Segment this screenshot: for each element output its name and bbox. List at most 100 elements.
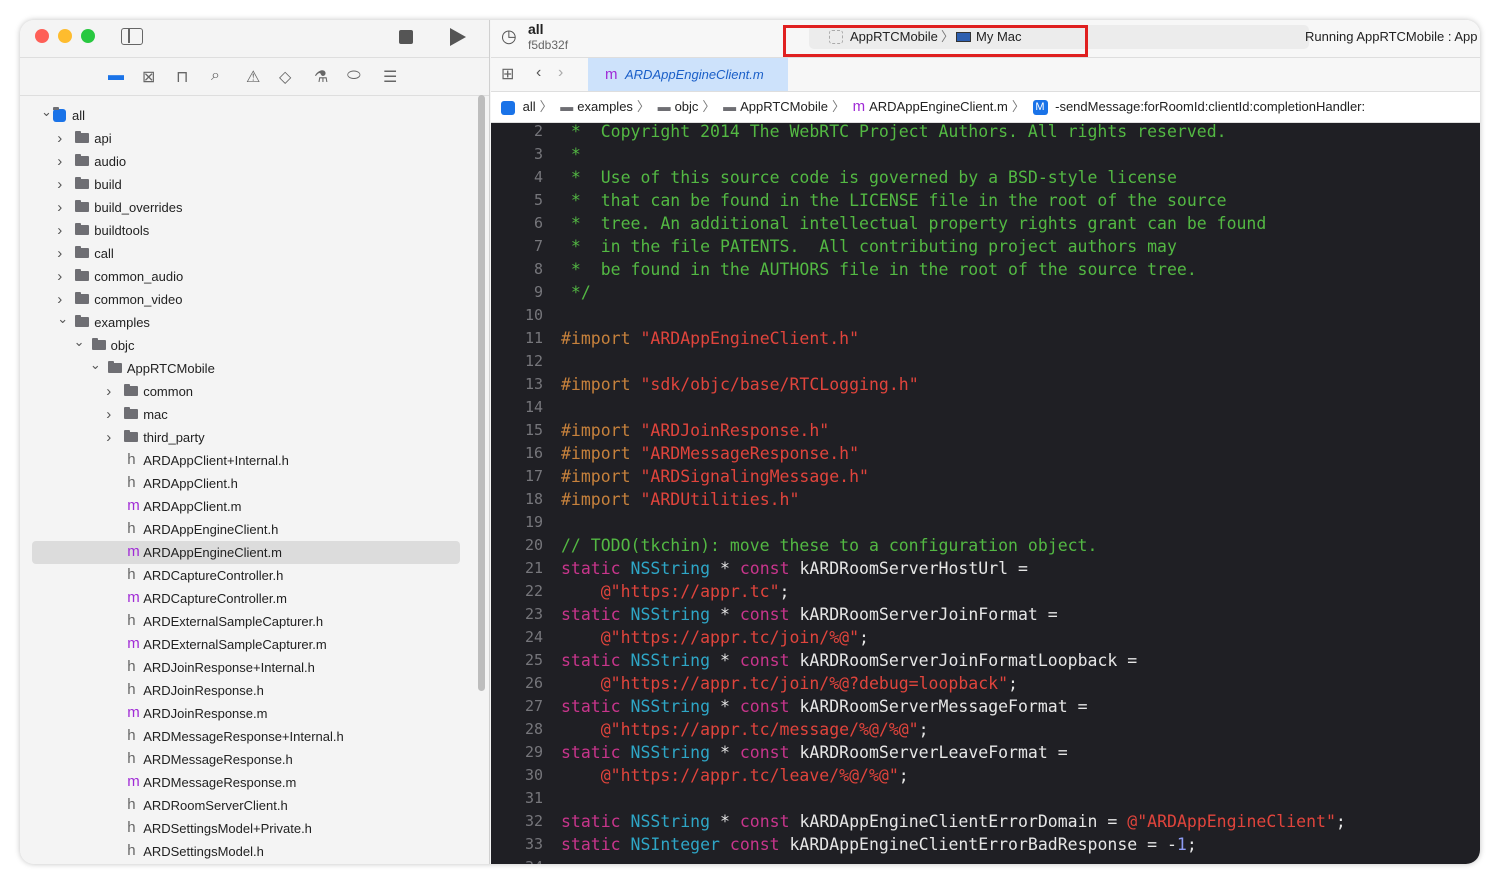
sidebar-toggle-icon[interactable] [121,28,143,45]
tree-item[interactable]: h ARDAppClient.h [32,472,460,495]
chevron-right-icon[interactable]: › [57,127,62,150]
tree-item[interactable]: › audio [32,150,460,173]
chevron-down-icon[interactable]: ⌄ [41,100,52,123]
tree-item[interactable]: h ARDMessageResponse+Internal.h [32,725,460,748]
zoom-window-button[interactable] [81,29,95,43]
report-icon[interactable]: ☰ [383,67,397,87]
line-number: 26 [524,674,543,692]
source-control-icon[interactable]: ⊠ [142,67,155,87]
code-token: static [561,559,631,578]
tree-item[interactable]: h ARDSettingsModel.h [32,840,460,863]
folder-icon [75,246,90,258]
tree-item[interactable]: h ARDMessageResponse.h [32,748,460,771]
code-token: ; [1186,835,1197,854]
header-file-icon: h [127,474,136,491]
chevron-down-icon[interactable]: ⌄ [90,353,101,376]
tree-item[interactable]: h ARDExternalSampleCapturer.h [32,610,460,633]
header-file-icon: h [127,520,136,537]
line-number: 27 [524,697,543,715]
tree-item[interactable]: › third_party [32,426,460,449]
breadcrumb-apprtcmobile[interactable]: AppRTCMobile [740,99,828,114]
folder-icon [75,315,90,327]
chevron-right-icon[interactable]: › [57,265,62,288]
code-line: static NSString * const kARDRoomServerHo… [561,557,1028,580]
tree-item[interactable]: m ARDAppClient.m [32,495,460,518]
grid-icon[interactable]: ⊞ [501,64,514,84]
tree-item[interactable]: h ARDAppEngineClient.h [32,518,460,541]
header-file-icon: h [127,612,136,629]
tree-item[interactable]: › buildtools [32,219,460,242]
editor-tab-active[interactable]: m ARDAppEngineClient.m [588,58,788,91]
breadcrumb-file[interactable]: ARDAppEngineClient.m [869,99,1008,114]
breadcrumb-objc[interactable]: objc [675,99,699,114]
tree-item[interactable]: › common [32,380,460,403]
tree-item[interactable]: m ARDCaptureController.m [32,587,460,610]
breadcrumb-examples[interactable]: examples [577,99,633,114]
header-file-icon: h [127,819,136,836]
tree-item[interactable]: › build [32,173,460,196]
hierarchy-icon[interactable]: ⊓ [176,67,188,87]
navigator-scrollbar[interactable] [478,95,485,691]
code-line: @"https://appr.tc/message/%@/%@"; [561,718,929,741]
line-number: 12 [524,352,543,370]
tree-item-label: common_video [94,292,183,307]
tree-item[interactable]: ⌄ AppRTCMobile [32,357,460,380]
tree-item[interactable]: › common_video [32,288,460,311]
code-editor[interactable]: 2 * Copyright 2014 The WebRTC Project Au… [491,123,1480,864]
chevron-down-icon[interactable]: ⌄ [74,330,85,353]
tree-item[interactable]: h ARDAppClient+Internal.h [32,449,460,472]
minimize-window-button[interactable] [58,29,72,43]
tree-item[interactable]: › build_overrides [32,196,460,219]
stop-button[interactable] [399,30,413,44]
debug-icon[interactable]: ⚗ [314,67,328,87]
folder-icon [75,154,90,166]
tree-item[interactable]: h ARDCaptureController.h [32,564,460,587]
folder-icon[interactable]: ▬ [108,67,124,85]
tree-item[interactable]: h ARDRoomServerClient.h [32,794,460,817]
line-number: 28 [524,720,543,738]
code-token: NSString [630,743,711,762]
code-line: */ [561,281,591,304]
chevron-right-icon[interactable]: › [106,426,111,449]
breadcrumb-method[interactable]: -sendMessage:forRoomId:clientId:completi… [1055,99,1365,114]
warning-icon[interactable]: ⚠ [246,67,260,87]
code-line: * [561,143,581,166]
code-line: // TODO(tkchin): move these to a configu… [561,534,1097,557]
tree-item[interactable]: ⌄ examples [32,311,460,334]
code-token: ; [1008,674,1018,693]
tree-item[interactable]: h ARDJoinResponse.h [32,679,460,702]
chevron-right-icon[interactable]: › [106,380,111,403]
editor-tab-bar: ⊞ ‹ › m ARDAppEngineClient.m [491,58,1480,92]
tree-item[interactable]: h ARDSettingsModel+Private.h [32,817,460,840]
tree-item[interactable]: › api [32,127,460,150]
chevron-down-icon[interactable]: ⌄ [57,307,68,330]
jump-bar: all 〉 ▬ examples 〉 ▬ objc 〉 ▬ AppRTCMobile 〉 mA… [491,92,1480,123]
chevron-right-icon[interactable]: › [57,242,62,265]
tree-item[interactable]: m ARDExternalSampleCapturer.m [32,633,460,656]
test-icon[interactable]: ◇ [279,67,291,87]
chevron-right-icon[interactable]: › [106,403,111,426]
run-button[interactable] [450,28,466,46]
tree-item[interactable]: ⌄ all [32,104,460,127]
tree-item[interactable]: m ARDMessageResponse.m [32,771,460,794]
tree-item[interactable]: › call [32,242,460,265]
line-number: 21 [524,559,543,577]
chevron-right-icon[interactable]: › [57,219,62,242]
code-token: "ARDUtilities.h" [640,490,800,509]
chevron-right-icon[interactable]: › [57,196,62,219]
tree-item[interactable]: h ARDJoinResponse+Internal.h [32,656,460,679]
tree-item[interactable]: › mac [32,403,460,426]
forward-button[interactable]: › [558,64,563,82]
breakpoint-icon[interactable]: ⬭ [347,67,361,85]
tree-item[interactable]: › common_audio [32,265,460,288]
search-icon[interactable]: ⌕ [211,67,220,85]
chevron-right-icon[interactable]: › [57,150,62,173]
back-button[interactable]: ‹ [536,64,541,82]
tree-item[interactable]: m ARDAppEngineClient.m [32,541,460,564]
close-window-button[interactable] [35,29,49,43]
tree-item[interactable]: m ARDJoinResponse.m [32,702,460,725]
chevron-right-icon[interactable]: › [57,173,62,196]
scheme-title: all [528,21,544,37]
folder-icon [91,338,106,350]
breadcrumb-all[interactable]: all [523,99,536,114]
